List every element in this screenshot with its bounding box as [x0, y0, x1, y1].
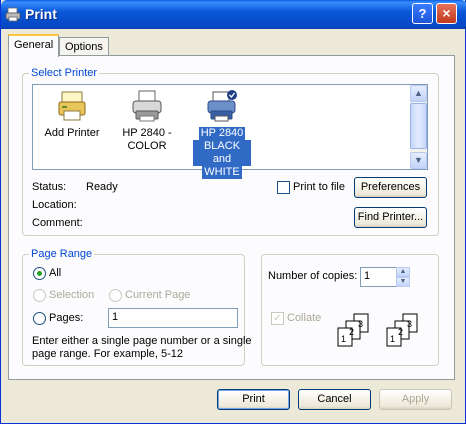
printer-label-bw-1: HP 2840	[198, 127, 246, 140]
printer-list[interactable]: Add Printer HP 2840 - COLOR HP 2840 BLAC…	[32, 84, 428, 179]
copies-label: Number of copies:	[268, 270, 358, 282]
collate-a-digit-1: 1	[341, 334, 346, 344]
page-range-hint-2: page range. For example, 5-12	[32, 348, 184, 360]
location-label: Location:	[32, 199, 77, 211]
select-printer-label: Select Printer	[29, 67, 100, 79]
collate-b-digit-3: 3	[407, 319, 412, 329]
pages-label[interactable]: Pages:	[49, 312, 83, 324]
window-title: Print	[25, 6, 57, 22]
selection-label: Selection	[49, 289, 95, 301]
print-dialog: Print ? × General Options Select Printer…	[0, 0, 466, 424]
pages-radio[interactable]	[33, 312, 46, 325]
scroll-up-icon[interactable]: ▲	[410, 85, 427, 102]
collate-b-digit-2: 2	[398, 327, 403, 337]
print-to-file-label[interactable]: Print to file	[293, 181, 345, 193]
collate-pages-icon-b: 1 2 3	[386, 313, 418, 347]
page-range-hint-1: Enter either a single page number or a s…	[32, 335, 252, 347]
spin-up-icon[interactable]: ▲	[396, 267, 410, 277]
copies-input[interactable]: 1	[360, 267, 397, 287]
selection-radio[interactable]	[33, 289, 46, 302]
print-button[interactable]: Print	[217, 389, 290, 410]
collate-checkbox[interactable]: ✓	[271, 312, 284, 325]
tab-general[interactable]: General	[8, 34, 60, 57]
printer-label-color-1: HP 2840 -	[122, 127, 172, 139]
page-range-label: Page Range	[29, 248, 95, 260]
comment-label: Comment:	[32, 217, 83, 229]
printer-label-bw-3: WHITE	[202, 166, 242, 179]
status-value: Ready	[86, 181, 118, 193]
current-page-radio[interactable]	[109, 289, 122, 302]
title-bar[interactable]: Print ? ×	[1, 0, 466, 29]
add-printer-icon	[58, 91, 86, 121]
preferences-button[interactable]: Preferences	[354, 177, 427, 198]
printer-item-add[interactable]: Add Printer	[41, 89, 103, 140]
status-label: Status:	[32, 181, 67, 193]
collate-b-digit-1: 1	[390, 334, 395, 344]
pages-input[interactable]: 1	[108, 308, 238, 328]
printer-label-color-2: COLOR	[127, 140, 167, 152]
printer-item-color[interactable]: HP 2840 - COLOR	[115, 89, 179, 153]
cancel-button[interactable]: Cancel	[298, 389, 371, 410]
default-printer-icon	[207, 90, 237, 122]
printer-label-add: Add Printer	[44, 127, 100, 139]
tab-options[interactable]: Options	[59, 37, 109, 57]
all-pages-label[interactable]: All	[49, 267, 61, 279]
current-page-label: Current Page	[125, 289, 191, 301]
close-button[interactable]: ×	[436, 3, 457, 24]
find-printer-button[interactable]: Find Printer...	[354, 207, 427, 228]
printer-label-bw-2: BLACK and	[193, 140, 251, 166]
printer-item-bw[interactable]: HP 2840 BLACK and WHITE	[193, 89, 251, 179]
collate-label: Collate	[287, 312, 322, 324]
print-to-file-checkbox[interactable]	[277, 181, 290, 194]
collate-a-digit-2: 2	[349, 327, 354, 337]
spin-down-icon[interactable]: ▼	[396, 277, 410, 287]
apply-button[interactable]: Apply	[379, 389, 452, 410]
printer-icon	[132, 90, 162, 122]
scroll-thumb[interactable]	[410, 103, 427, 149]
help-button[interactable]: ?	[412, 3, 433, 24]
scroll-down-icon[interactable]: ▼	[410, 152, 427, 169]
printer-list-scrollbar[interactable]: ▲ ▼	[410, 85, 427, 169]
collate-pages-icon-a: 1 2 3	[337, 313, 369, 347]
all-pages-radio[interactable]	[33, 267, 46, 280]
collate-a-digit-3: 3	[358, 319, 363, 329]
printer-title-icon	[5, 7, 21, 22]
copies-spinner[interactable]: ▲ ▼	[396, 267, 410, 287]
